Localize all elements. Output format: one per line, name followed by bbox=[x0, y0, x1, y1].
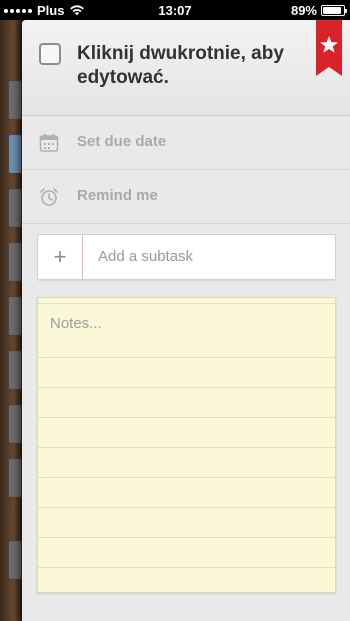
star-icon[interactable] bbox=[316, 20, 342, 76]
status-right: 89% bbox=[290, 3, 347, 18]
subtask-input[interactable]: Add a subtask bbox=[98, 248, 193, 265]
background-list-item bbox=[8, 242, 22, 282]
task-title[interactable]: Kliknij dwukrotnie, aby edytować. bbox=[77, 42, 312, 90]
battery-fill bbox=[323, 7, 341, 14]
calendar-icon bbox=[39, 134, 59, 152]
alarm-clock-icon bbox=[40, 188, 58, 206]
background-list-item bbox=[8, 404, 22, 444]
add-subtask-field[interactable]: + Add a subtask bbox=[37, 234, 336, 280]
notes-area[interactable]: Notes... bbox=[37, 297, 336, 593]
background-list-item bbox=[8, 188, 22, 228]
background-list-item bbox=[8, 350, 22, 390]
task-detail-sheet: Kliknij dwukrotnie, aby edytować. Set du… bbox=[22, 20, 350, 621]
set-due-date-label: Set due date bbox=[77, 133, 167, 150]
status-bar: Plus 13:07 89% bbox=[0, 0, 350, 20]
battery-icon bbox=[321, 5, 347, 16]
remind-me-label: Remind me bbox=[77, 187, 158, 204]
background-list-item bbox=[8, 296, 22, 336]
battery-percent: 89% bbox=[290, 3, 317, 18]
plus-icon[interactable]: + bbox=[38, 235, 83, 279]
set-due-date-row[interactable]: Set due date bbox=[22, 116, 350, 170]
task-complete-checkbox[interactable] bbox=[39, 43, 61, 65]
background-list-item bbox=[8, 540, 22, 580]
background-list-item bbox=[8, 134, 22, 174]
remind-me-row[interactable]: Remind me bbox=[22, 170, 350, 224]
background-list-item bbox=[8, 458, 22, 498]
notes-placeholder: Notes... bbox=[50, 315, 102, 332]
background-list-item bbox=[8, 80, 22, 120]
task-header: Kliknij dwukrotnie, aby edytować. bbox=[22, 20, 350, 116]
